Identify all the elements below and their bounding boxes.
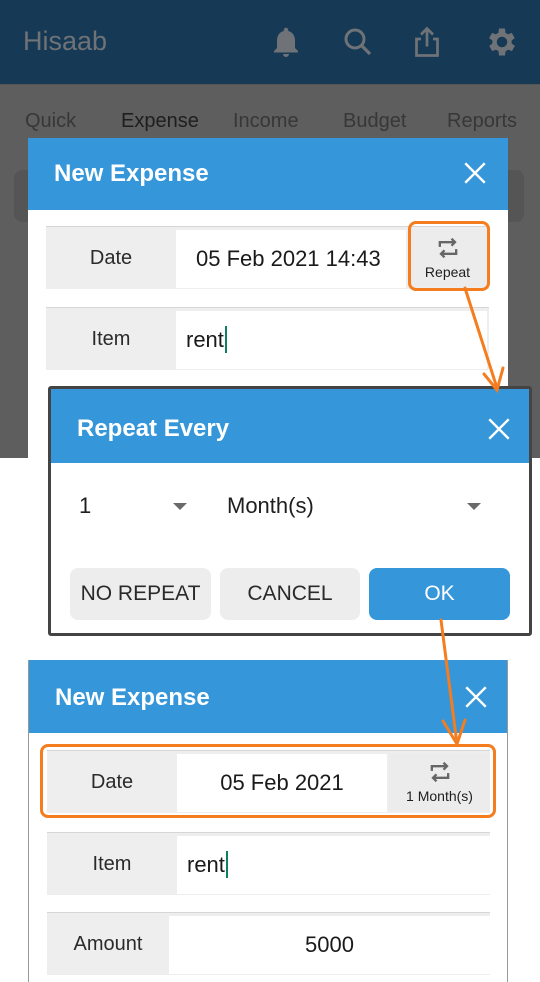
tab-expense[interactable]: Expense xyxy=(121,110,199,133)
date-label: Date xyxy=(89,247,133,269)
close-icon[interactable] xyxy=(462,160,488,186)
text-cursor xyxy=(225,850,228,878)
no-repeat-button[interactable]: NO REPEAT xyxy=(70,568,211,620)
new-expense-dialog-after: New Expense Date 05 Feb 2021 1 Month(s) … xyxy=(28,660,508,982)
date-value[interactable]: 05 Feb 2021 14:43 xyxy=(176,230,406,288)
item-value: rent xyxy=(187,852,225,877)
close-icon[interactable] xyxy=(486,416,512,442)
cancel-button[interactable]: CANCEL xyxy=(220,568,360,620)
app-bar: Hisaab xyxy=(0,0,540,84)
share-icon[interactable] xyxy=(409,24,445,60)
search-icon[interactable] xyxy=(340,24,376,60)
amount-label: Amount xyxy=(73,933,143,955)
item-input[interactable]: rent xyxy=(177,836,490,894)
chevron-down-icon xyxy=(173,503,187,510)
item-label: Item xyxy=(91,328,131,350)
bell-icon[interactable] xyxy=(268,24,304,60)
app-title: Hisaab xyxy=(23,26,108,56)
item-field: Item rent xyxy=(46,307,489,370)
unit-value: Month(s) xyxy=(227,493,314,518)
item-value: rent xyxy=(186,327,224,352)
dialog-header: New Expense xyxy=(28,138,508,210)
dialog-title: New Expense xyxy=(55,684,210,711)
dialog-title: Repeat Every xyxy=(77,415,230,442)
unit-select[interactable]: Month(s) xyxy=(227,493,487,523)
tab-budget[interactable]: Budget xyxy=(343,110,406,133)
item-input[interactable]: rent xyxy=(176,311,487,369)
amount-input[interactable]: 5000 xyxy=(169,916,490,974)
dialog-title: New Expense xyxy=(54,160,209,187)
amount-field: Amount 5000 xyxy=(47,912,490,975)
tab-bar: Quick Expense Income Budget Reports xyxy=(0,84,540,140)
annotation-highlight-date-row xyxy=(40,744,496,818)
ok-button[interactable]: OK xyxy=(369,568,510,620)
item-label: Item xyxy=(92,853,132,875)
item-field: Item rent xyxy=(47,832,490,895)
text-cursor xyxy=(224,325,227,353)
annotation-highlight-repeat xyxy=(408,221,490,291)
tab-income[interactable]: Income xyxy=(233,110,299,133)
dialog-header: Repeat Every xyxy=(51,389,529,463)
chevron-down-icon xyxy=(467,503,481,510)
gear-icon[interactable] xyxy=(484,24,520,60)
tab-quick[interactable]: Quick xyxy=(25,110,76,133)
close-icon[interactable] xyxy=(463,684,489,710)
interval-select[interactable]: 1 xyxy=(79,493,199,523)
dialog-header: New Expense xyxy=(29,660,507,733)
interval-value: 1 xyxy=(79,493,92,518)
tab-reports[interactable]: Reports xyxy=(447,110,517,133)
repeat-every-dialog: Repeat Every 1 Month(s) NO REPEAT CANCEL… xyxy=(48,386,532,636)
